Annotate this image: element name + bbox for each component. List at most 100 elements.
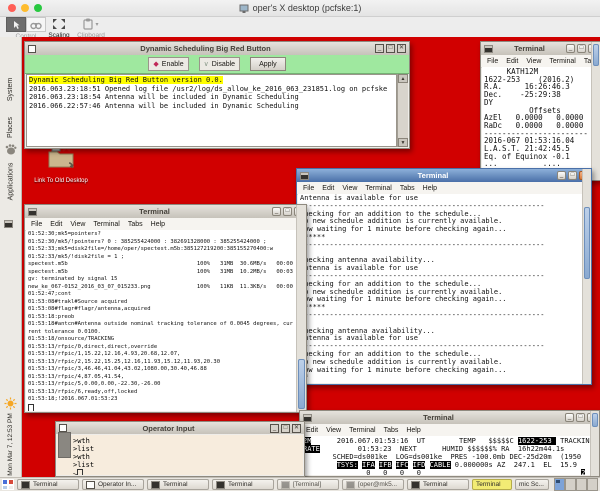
menu-item[interactable]: Edit (50, 221, 62, 228)
disable-radio[interactable]: ∨ Disable (199, 57, 240, 71)
titlebar[interactable]: Operator Input _ □ ✕ (56, 422, 304, 434)
minimize-traffic-light[interactable] (21, 4, 29, 12)
terminal-line: spectest.m5b 100% 31MB 30.6MB/s 00:00 (28, 261, 305, 269)
menu-item[interactable]: Tabs (400, 185, 415, 192)
menu-item[interactable]: Help (423, 185, 437, 192)
observe-mode-button[interactable] (26, 17, 46, 32)
minimize-button[interactable]: _ (272, 207, 281, 216)
menu-item[interactable]: Terminal (365, 185, 391, 192)
workspace-cell[interactable] (576, 478, 587, 491)
scaling-icon[interactable] (52, 18, 66, 30)
titlebar[interactable]: Terminal _ □ ✕ (300, 411, 599, 424)
menu-item[interactable]: File (31, 221, 42, 228)
taskbar-button[interactable]: [oper@mk5... (342, 479, 404, 490)
taskbar-button[interactable]: Terminal (472, 479, 512, 490)
maximize-button[interactable]: □ (577, 44, 586, 53)
terminal-window-monit[interactable]: Terminal _ □ ✕ EditViewTerminalTabsHelp … (299, 410, 600, 477)
ds-window[interactable]: Dynamic Scheduling Big Red Button _ □ ✕ … (24, 41, 410, 149)
apply-button[interactable]: Apply (250, 57, 286, 71)
menu-item[interactable]: Help (151, 221, 165, 228)
scrollbar[interactable] (582, 169, 591, 384)
menu-item[interactable]: Terminal (93, 221, 119, 228)
menu-item[interactable]: Edit (306, 427, 318, 434)
maximize-button[interactable]: □ (576, 413, 585, 422)
window-menu-icon[interactable] (28, 45, 36, 53)
scrollbar[interactable] (591, 42, 600, 180)
menu-item[interactable]: View (70, 221, 85, 228)
minimize-button[interactable]: _ (375, 44, 384, 53)
taskbar-button[interactable]: Terminal (147, 479, 209, 490)
taskbar-button[interactable]: [Terminal] (277, 479, 339, 490)
scrollbar[interactable] (590, 411, 599, 476)
input-line[interactable]: >list (73, 445, 303, 453)
scroll-up-icon[interactable]: ▲ (398, 74, 408, 83)
menu-item[interactable]: Tabs (384, 427, 399, 434)
menu-item[interactable]: View (526, 58, 541, 65)
maximize-button[interactable]: □ (283, 207, 292, 216)
taskbar-button[interactable]: Terminal (17, 479, 79, 490)
workspace-pager[interactable] (554, 478, 598, 491)
close-button[interactable]: ✕ (292, 424, 301, 433)
titlebar[interactable]: Terminal _ □ ✕ (481, 42, 600, 55)
menu-item[interactable]: Edit (322, 185, 334, 192)
menu-system[interactable]: System (0, 75, 21, 103)
menu-item[interactable]: Edit (506, 58, 518, 65)
menu-item[interactable]: Tabs (128, 221, 143, 228)
taskbar-button[interactable]: mic Sc... (515, 479, 549, 490)
menu-item[interactable]: Help (406, 427, 420, 434)
minimize-button[interactable]: _ (270, 424, 279, 433)
minimize-button[interactable]: _ (565, 413, 574, 422)
operator-input-window[interactable]: Operator Input _ □ ✕ >wth>list>wth>list> (55, 421, 305, 477)
maximize-traffic-light[interactable] (34, 4, 42, 12)
taskbar-button[interactable]: Operator In... (82, 479, 144, 490)
terminal-line: 01:53:13/rfpic/3,46.46,41.04,43.02,1080.… (28, 366, 305, 374)
scrollbar[interactable]: ▲ ▼ (397, 74, 408, 147)
minimize-button[interactable]: _ (557, 171, 566, 180)
terminal-line: Now waiting for 1 minute before checking… (300, 296, 590, 304)
input-line[interactable]: >list (73, 461, 303, 469)
terminal-launcher-icon[interactable] (4, 220, 13, 228)
maximize-button[interactable]: □ (281, 424, 290, 433)
control-mode-button[interactable] (6, 17, 26, 32)
terminal-line: ----------------------------------------… (300, 312, 590, 320)
desktop-shortcut-old-desktop[interactable]: Link To Old Desktop (28, 143, 94, 184)
menu-item[interactable]: View (342, 185, 357, 192)
titlebar[interactable]: Dynamic Scheduling Big Red Button _ □ ✕ (25, 42, 409, 55)
input-line[interactable]: > (73, 469, 303, 475)
maximize-button[interactable]: □ (386, 44, 395, 53)
taskbar-button[interactable]: Terminal (407, 479, 469, 490)
minimize-button[interactable]: _ (566, 44, 575, 53)
terminal-window-scheduler[interactable]: Terminal _ □ ✕ File Edit View Terminal Tabs H… (296, 168, 592, 385)
notification-sun-icon[interactable] (4, 397, 17, 410)
menu-applications[interactable]: Applications (0, 156, 21, 206)
menu-item[interactable]: View (326, 427, 341, 434)
terminal-window-source[interactable]: Terminal _ □ ✕ FileEditViewTerminalTabs … (480, 41, 600, 181)
menu-item[interactable]: File (487, 58, 498, 65)
clipboard-icon[interactable] (83, 18, 93, 30)
input-line[interactable]: >wth (73, 453, 303, 461)
workspace-switcher-icon[interactable] (2, 479, 14, 490)
workspace-cell[interactable] (587, 478, 598, 491)
workspace-cell[interactable] (554, 478, 565, 491)
scroll-down-icon[interactable]: ▼ (398, 138, 408, 147)
titlebar[interactable]: Terminal _ □ ✕ (297, 169, 591, 182)
maximize-button[interactable]: □ (568, 171, 577, 180)
panel-clock[interactable]: Mon Mar 7, 12:53 PM (0, 411, 21, 477)
menu-places[interactable]: Places (0, 113, 21, 141)
menu-item[interactable]: File (303, 185, 314, 192)
input-scroll-handle[interactable] (58, 432, 71, 458)
radio-unselected-icon: ∨ (204, 60, 209, 68)
terminal-window-fslog[interactable]: Terminal _ □ ✕ File Edit View Terminal Tabs H… (24, 204, 307, 413)
close-traffic-light[interactable] (8, 4, 16, 12)
scrollbar[interactable] (296, 205, 306, 412)
titlebar[interactable]: Terminal _ □ ✕ (25, 205, 306, 218)
workspace-cell[interactable] (565, 478, 576, 491)
terminal-line: 01:53:18:preob (28, 314, 305, 322)
input-line[interactable]: >wth (73, 437, 303, 445)
menu-item[interactable]: Terminal (549, 58, 575, 65)
menu-item[interactable]: Terminal (349, 427, 375, 434)
window-menu-icon[interactable] (59, 424, 67, 432)
taskbar-button[interactable]: Terminal (212, 479, 274, 490)
enable-radio[interactable]: ◆ Enable (148, 57, 188, 71)
close-button[interactable]: ✕ (397, 44, 406, 53)
